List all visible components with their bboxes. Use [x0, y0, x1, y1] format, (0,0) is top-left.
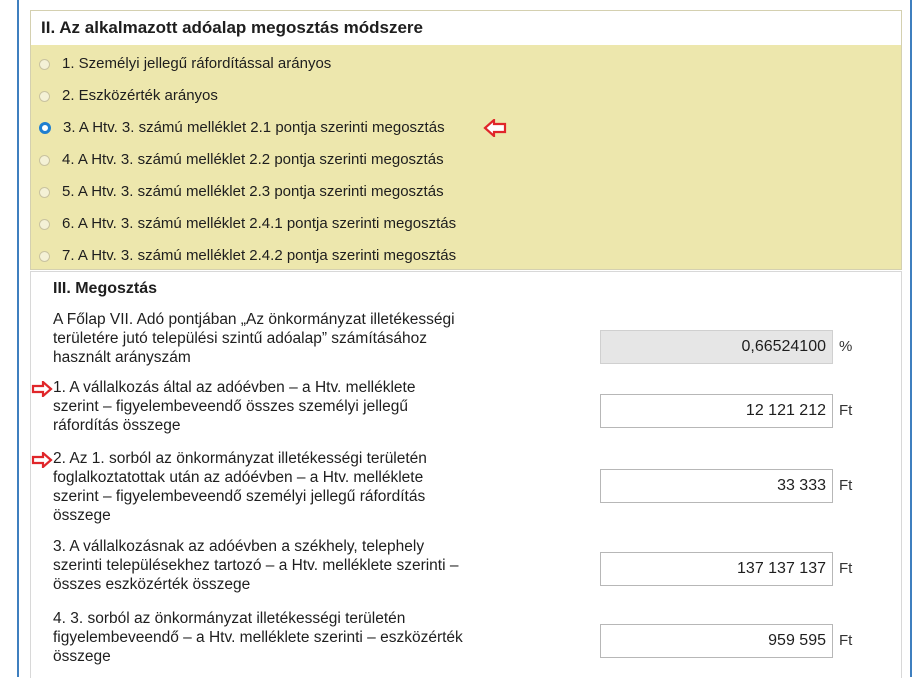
personnel-cost-label: 1. A vállalkozás által az adóévben – a H…: [53, 378, 623, 435]
method-option-5[interactable]: 5. A Htv. 3. számú melléklet 2.3 pontja …: [39, 177, 444, 207]
red-arrow-right-icon: [31, 452, 53, 468]
method-option-4[interactable]: 4. A Htv. 3. számú melléklet 2.2 pontja …: [39, 145, 444, 175]
method-option-7[interactable]: 7. A Htv. 3. számú melléklet 2.4.2 pontj…: [39, 241, 456, 271]
ft-unit: Ft: [839, 632, 853, 649]
label-line: 2. Az 1. sorból az önkormányzat illetéke…: [53, 450, 427, 467]
label-line: A Főlap VII. Adó pontjában „Az önkormány…: [53, 311, 455, 328]
ft-unit: Ft: [839, 477, 853, 494]
method-options: 1. Személyi jellegű ráfordítással arányo…: [31, 45, 901, 269]
label-line: használt arányszám: [53, 349, 191, 366]
percent-unit: %: [839, 338, 853, 355]
method-option-1[interactable]: 1. Személyi jellegű ráfordítással arányo…: [39, 49, 331, 79]
ratio-label: A Főlap VII. Adó pontjában „Az önkormány…: [53, 310, 623, 367]
radio-button-selected[interactable]: [39, 122, 51, 134]
right-border: [910, 0, 912, 677]
total-assets-label: 3. A vállalkozásnak az adóévben a székhe…: [53, 537, 623, 594]
ft-unit: Ft: [839, 402, 853, 419]
left-border: [17, 0, 19, 677]
radio-button[interactable]: [39, 90, 50, 102]
option-label: 3. A Htv. 3. számú melléklet 2.1 pontja …: [63, 119, 445, 136]
method-option-3[interactable]: 3. A Htv. 3. számú melléklet 2.1 pontja …: [39, 113, 507, 143]
label-line: területére jutó települési szintű adóala…: [53, 330, 427, 347]
radio-button[interactable]: [39, 218, 50, 230]
option-label: 4. A Htv. 3. számú melléklet 2.2 pontja …: [62, 151, 444, 168]
label-line: 4. 3. sorból az önkormányzat illetékessé…: [53, 610, 406, 627]
label-line: 1. A vállalkozás által az adóévben – a H…: [53, 379, 416, 396]
method-section: II. Az alkalmazott adóalap megosztás mód…: [30, 10, 902, 270]
option-label: 1. Személyi jellegű ráfordítással arányo…: [62, 55, 332, 72]
label-line: foglalkoztatottak után az adóévben – a H…: [53, 469, 424, 486]
total-assets-input[interactable]: 137 137 137: [600, 552, 833, 586]
split-section: III. Megosztás A Főlap VII. Adó pontjába…: [30, 271, 902, 678]
label-line: összege: [53, 648, 111, 665]
method-section-title: II. Az alkalmazott adóalap megosztás mód…: [41, 18, 423, 37]
label-line: szerint – figyelembeveendő személyi jell…: [53, 488, 426, 505]
local-personnel-cost-label: 2. Az 1. sorból az önkormányzat illetéke…: [53, 449, 623, 525]
local-assets-label: 4. 3. sorból az önkormányzat illetékessé…: [53, 609, 623, 666]
label-line: szerint – figyelembeveendő összes személ…: [53, 398, 408, 415]
option-label: 5. A Htv. 3. számú melléklet 2.3 pontja …: [62, 183, 444, 200]
label-line: figyelembeveendő – a Htv. melléklete sze…: [53, 629, 463, 646]
label-line: ráfordítás összege: [53, 417, 181, 434]
personnel-cost-input[interactable]: 12 121 212: [600, 394, 833, 428]
label-line: összege: [53, 507, 111, 524]
label-line: 3. A vállalkozásnak az adóévben a székhe…: [53, 538, 425, 555]
ratio-field: 0,66524100: [600, 330, 833, 364]
radio-button[interactable]: [39, 154, 50, 166]
split-section-title: III. Megosztás: [53, 280, 158, 297]
local-assets-input[interactable]: 959 595: [600, 624, 833, 658]
radio-button[interactable]: [39, 186, 50, 198]
ft-unit: Ft: [839, 560, 853, 577]
red-arrow-left-icon: [482, 119, 506, 137]
radio-button[interactable]: [39, 250, 50, 262]
option-label: 6. A Htv. 3. számú melléklet 2.4.1 pontj…: [62, 215, 457, 232]
label-line: összes eszközérték összege: [53, 576, 251, 593]
local-personnel-cost-input[interactable]: 33 333: [600, 469, 833, 503]
label-line: szerinti településekhez tartozó – a Htv.…: [53, 557, 459, 574]
red-arrow-right-icon: [31, 381, 53, 397]
method-option-6[interactable]: 6. A Htv. 3. számú melléklet 2.4.1 pontj…: [39, 209, 456, 239]
option-label: 7. A Htv. 3. számú melléklet 2.4.2 pontj…: [62, 247, 457, 264]
option-label: 2. Eszközérték arányos: [62, 87, 218, 104]
radio-button[interactable]: [39, 58, 50, 70]
method-option-2[interactable]: 2. Eszközérték arányos: [39, 81, 218, 111]
